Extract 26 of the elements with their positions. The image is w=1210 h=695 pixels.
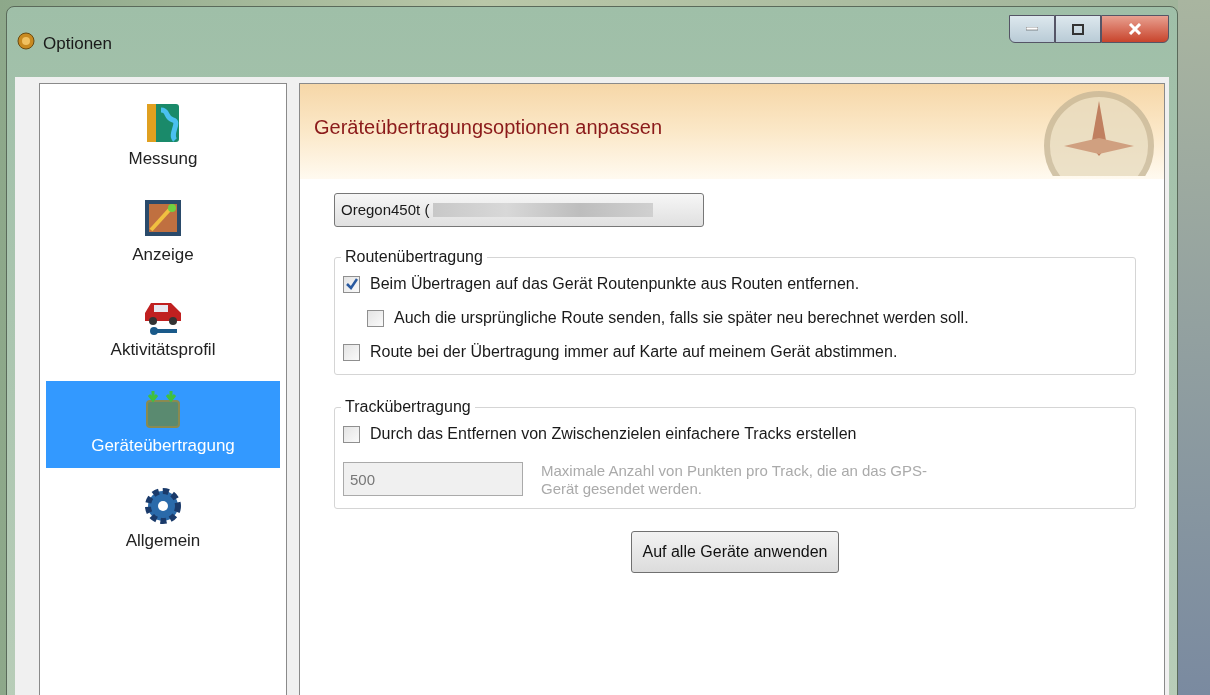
apply-button[interactable]: Auf alle Geräte anwenden — [631, 531, 839, 573]
device-dropdown[interactable]: Oregon450t ( — [334, 193, 704, 227]
checkmark-icon — [345, 278, 358, 290]
field-description: Maximale Anzahl von Punkten pro Track, die an das GPS-Gerät gesendet werden. — [541, 462, 929, 498]
checkbox[interactable] — [343, 275, 360, 293]
checkbox[interactable] — [343, 343, 360, 361]
sidebar-item[interactable]: Aktivitätsprofil — [46, 285, 280, 373]
checkbox-label: Durch das Entfernen von Zwischenzielen einfachere Tracks erstellen — [370, 424, 857, 444]
sidebar-item[interactable]: Messung — [46, 94, 280, 182]
sidebar-item[interactable]: Allgemein — [46, 476, 280, 564]
window-title: Optionen — [43, 33, 112, 55]
close-icon — [1128, 23, 1142, 35]
page-title: Geräteübertragungsoptionen anpassen — [314, 115, 663, 140]
maximize-icon — [1072, 23, 1084, 35]
maximize-button[interactable] — [1055, 15, 1101, 43]
minimize-button[interactable] — [1009, 15, 1055, 43]
close-button[interactable] — [1101, 15, 1169, 43]
sidebar-item[interactable]: Anzeige — [46, 189, 280, 277]
minimize-icon — [1026, 27, 1038, 31]
dropdown-value: Oregon450t ( — [341, 199, 430, 220]
app-icon — [17, 32, 35, 50]
checkbox[interactable] — [343, 425, 360, 443]
checkbox-label: Beim Übertragen auf das Gerät Routenpunkte aus Routen entfernen. — [370, 274, 860, 294]
checkbox[interactable] — [367, 309, 384, 327]
checkbox-label: Auch die ursprüngliche Route senden, falls sie später neu berechnet werden soll. — [394, 308, 969, 328]
checkbox-label: Route bei der Übertragung immer auf Karte auf meinem Gerät abstimmen. — [370, 342, 898, 362]
